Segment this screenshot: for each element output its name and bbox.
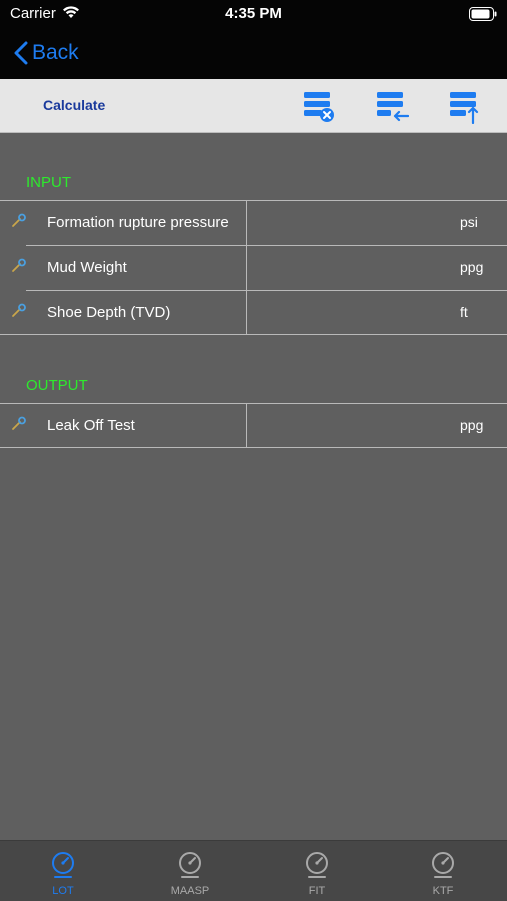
output-section-header: OUTPUT	[26, 377, 88, 394]
export-table-icon[interactable]	[448, 90, 482, 125]
input-row-mud-weight: Mud Weight ppg	[0, 246, 507, 290]
row-label: Mud Weight	[47, 259, 127, 276]
row-label: Leak Off Test	[47, 417, 135, 434]
key-icon	[11, 416, 27, 432]
output-row-leak-off-test: Leak Off Test ppg	[0, 404, 507, 448]
gauge-icon	[432, 852, 454, 878]
row-label: Shoe Depth (TVD)	[47, 304, 171, 321]
tab-label: MAASP	[170, 885, 210, 897]
gauge-icon	[52, 852, 74, 878]
navigation-bar: Back	[0, 28, 507, 79]
divider	[0, 447, 507, 448]
formation-rupture-pressure-field[interactable]	[247, 201, 447, 245]
chevron-left-icon	[14, 41, 28, 65]
tab-label: KTF	[432, 885, 454, 897]
tab-label: FIT	[308, 885, 326, 897]
gauge-icon	[306, 852, 328, 878]
toolbar: Calculate	[0, 79, 507, 133]
unit-label: ppg	[460, 417, 484, 433]
shoe-depth-field[interactable]	[247, 291, 447, 335]
key-icon	[11, 213, 27, 229]
clear-table-icon[interactable]	[302, 90, 336, 124]
calculate-button[interactable]: Calculate	[43, 97, 105, 113]
unit-label: ppg	[460, 259, 484, 275]
back-label: Back	[32, 41, 79, 64]
row-label: Formation rupture pressure	[47, 214, 229, 231]
tab-bar: LOT MAASP FIT KTF	[0, 840, 507, 901]
unit-label: psi	[460, 214, 478, 230]
clock: 4:35 PM	[225, 5, 282, 22]
input-row-shoe-depth: Shoe Depth (TVD) ft	[0, 291, 507, 335]
tab-ktf[interactable]: KTF	[380, 841, 506, 901]
leak-off-test-result	[247, 404, 447, 448]
tab-lot[interactable]: LOT	[0, 841, 126, 901]
input-section-header: INPUT	[26, 174, 71, 191]
tab-label: LOT	[52, 885, 74, 897]
unit-label: ft	[460, 304, 468, 320]
back-button[interactable]: Back	[14, 37, 79, 69]
tab-maasp[interactable]: MAASP	[127, 841, 253, 901]
import-table-icon[interactable]	[375, 90, 410, 124]
gauge-icon	[179, 852, 201, 878]
tab-fit[interactable]: FIT	[254, 841, 380, 901]
battery-icon	[469, 7, 497, 25]
key-icon	[11, 258, 27, 274]
key-icon	[11, 303, 27, 319]
divider	[0, 334, 507, 335]
mud-weight-field[interactable]	[247, 246, 447, 290]
input-row-formation-rupture-pressure: Formation rupture pressure psi	[0, 201, 507, 245]
status-bar: Carrier 4:35 PM	[0, 0, 507, 28]
